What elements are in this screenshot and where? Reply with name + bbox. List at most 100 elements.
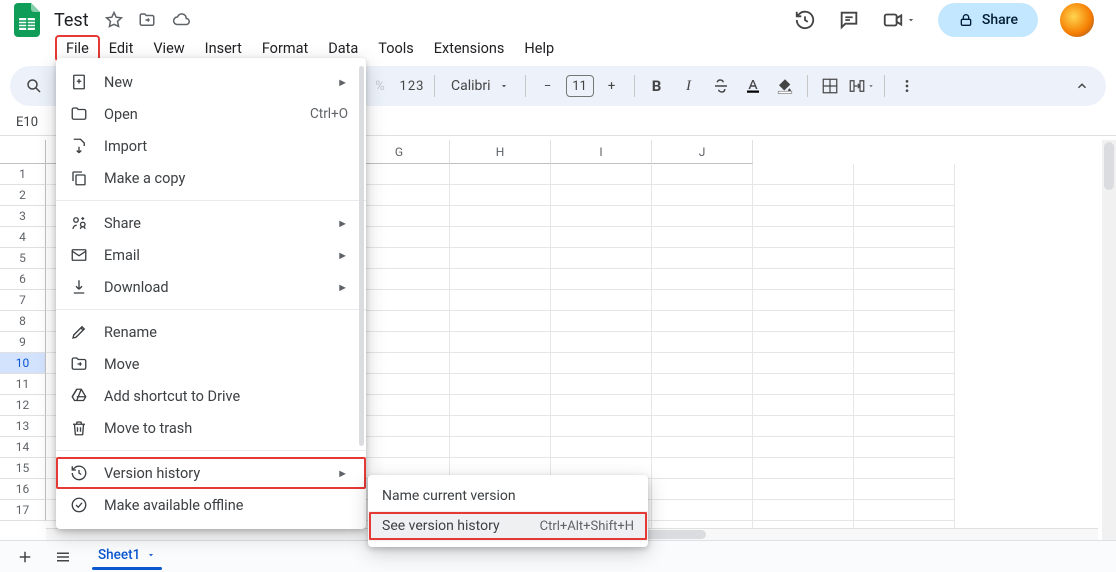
cell[interactable] bbox=[450, 227, 551, 248]
menu-edit[interactable]: Edit bbox=[99, 36, 144, 61]
row-header[interactable]: 10 bbox=[0, 353, 46, 374]
cell[interactable] bbox=[854, 353, 955, 374]
cell[interactable] bbox=[450, 374, 551, 395]
row-header[interactable]: 9 bbox=[0, 332, 46, 353]
cell[interactable] bbox=[753, 437, 854, 458]
cloud-status-icon[interactable] bbox=[171, 11, 191, 29]
all-sheets-button[interactable] bbox=[46, 543, 80, 571]
name-box[interactable]: E10 bbox=[10, 115, 54, 130]
cell[interactable] bbox=[854, 332, 955, 353]
column-header[interactable]: J bbox=[652, 140, 753, 164]
comments-icon[interactable] bbox=[838, 9, 860, 31]
cell[interactable] bbox=[854, 248, 955, 269]
cell[interactable] bbox=[854, 185, 955, 206]
cell[interactable] bbox=[551, 311, 652, 332]
cell[interactable] bbox=[652, 416, 753, 437]
cell[interactable] bbox=[450, 269, 551, 290]
cell[interactable] bbox=[551, 248, 652, 269]
cell[interactable] bbox=[753, 185, 854, 206]
cell[interactable] bbox=[753, 227, 854, 248]
cell[interactable] bbox=[551, 290, 652, 311]
cell[interactable] bbox=[854, 227, 955, 248]
column-header[interactable]: I bbox=[551, 140, 652, 164]
cell[interactable] bbox=[551, 227, 652, 248]
merge-button[interactable] bbox=[848, 72, 876, 100]
cell[interactable] bbox=[652, 395, 753, 416]
menu-help[interactable]: Help bbox=[514, 36, 564, 61]
vertical-scrollbar[interactable] bbox=[1102, 140, 1116, 540]
file-menu-email[interactable]: Email► bbox=[56, 239, 366, 271]
cell[interactable] bbox=[753, 500, 854, 521]
cell[interactable] bbox=[450, 395, 551, 416]
cell[interactable] bbox=[450, 353, 551, 374]
cell[interactable] bbox=[551, 206, 652, 227]
row-header[interactable]: 13 bbox=[0, 416, 46, 437]
row-header[interactable]: 15 bbox=[0, 458, 46, 479]
number-format-button[interactable]: 123 bbox=[398, 72, 426, 100]
cell[interactable] bbox=[450, 248, 551, 269]
cell[interactable] bbox=[652, 248, 753, 269]
cell[interactable] bbox=[652, 290, 753, 311]
cell[interactable] bbox=[450, 206, 551, 227]
cell[interactable] bbox=[652, 479, 753, 500]
cell[interactable] bbox=[854, 458, 955, 479]
search-menus-icon[interactable] bbox=[20, 72, 48, 100]
borders-button[interactable] bbox=[816, 72, 844, 100]
cell[interactable] bbox=[854, 500, 955, 521]
bold-button[interactable]: B bbox=[643, 72, 671, 100]
cell[interactable] bbox=[652, 458, 753, 479]
font-size-decrease[interactable]: − bbox=[534, 72, 562, 100]
cell[interactable] bbox=[450, 164, 551, 185]
cell[interactable] bbox=[753, 479, 854, 500]
cell[interactable] bbox=[854, 290, 955, 311]
cell[interactable] bbox=[551, 353, 652, 374]
cell[interactable] bbox=[652, 332, 753, 353]
cell[interactable] bbox=[753, 353, 854, 374]
menu-tools[interactable]: Tools bbox=[368, 36, 424, 61]
cell[interactable] bbox=[551, 374, 652, 395]
cell[interactable] bbox=[854, 479, 955, 500]
text-color-button[interactable] bbox=[739, 72, 767, 100]
cell[interactable] bbox=[551, 416, 652, 437]
row-header[interactable]: 7 bbox=[0, 290, 46, 311]
menu-file[interactable]: File bbox=[56, 36, 99, 61]
cell[interactable] bbox=[551, 269, 652, 290]
cell[interactable] bbox=[652, 311, 753, 332]
row-header[interactable]: 6 bbox=[0, 269, 46, 290]
row-header[interactable]: 11 bbox=[0, 374, 46, 395]
file-menu-add-shortcut-to-drive[interactable]: Add shortcut to Drive bbox=[56, 380, 366, 412]
history-icon[interactable] bbox=[794, 9, 816, 31]
cell[interactable] bbox=[652, 374, 753, 395]
meet-icon[interactable] bbox=[882, 9, 916, 31]
cell[interactable] bbox=[551, 437, 652, 458]
cell[interactable] bbox=[652, 185, 753, 206]
row-header[interactable]: 2 bbox=[0, 185, 46, 206]
document-title[interactable]: Test bbox=[48, 8, 95, 33]
file-menu-move[interactable]: Move bbox=[56, 348, 366, 380]
file-menu-make-available-offline[interactable]: Make available offline bbox=[56, 489, 366, 521]
cell[interactable] bbox=[854, 164, 955, 185]
cell[interactable] bbox=[652, 500, 753, 521]
cell[interactable] bbox=[854, 395, 955, 416]
cell[interactable] bbox=[652, 437, 753, 458]
menu-view[interactable]: View bbox=[143, 36, 194, 61]
row-header[interactable]: 14 bbox=[0, 437, 46, 458]
strikethrough-button[interactable] bbox=[707, 72, 735, 100]
cell[interactable] bbox=[450, 332, 551, 353]
cell[interactable] bbox=[551, 185, 652, 206]
row-header[interactable]: 5 bbox=[0, 248, 46, 269]
cell[interactable] bbox=[753, 269, 854, 290]
add-sheet-button[interactable] bbox=[8, 543, 42, 571]
cell[interactable] bbox=[652, 227, 753, 248]
cell[interactable] bbox=[753, 164, 854, 185]
cell[interactable] bbox=[753, 206, 854, 227]
menu-insert[interactable]: Insert bbox=[195, 36, 252, 61]
select-all-corner[interactable] bbox=[0, 140, 46, 164]
submenu-see-version-history[interactable]: See version historyCtrl+Alt+Shift+H bbox=[368, 511, 648, 541]
row-header[interactable]: 1 bbox=[0, 164, 46, 185]
font-size-input[interactable]: 11 bbox=[566, 75, 594, 97]
cell[interactable] bbox=[450, 416, 551, 437]
file-menu-make-a-copy[interactable]: Make a copy bbox=[56, 162, 366, 194]
cell[interactable] bbox=[753, 416, 854, 437]
italic-button[interactable]: I bbox=[675, 72, 703, 100]
